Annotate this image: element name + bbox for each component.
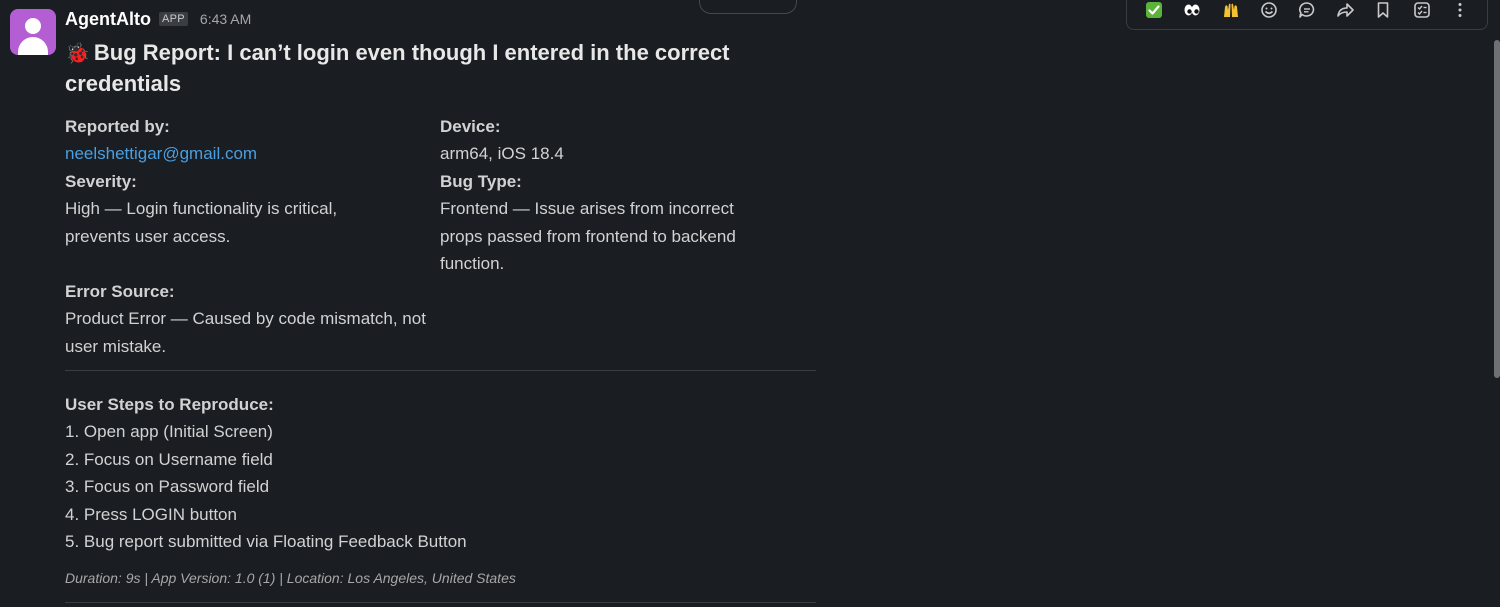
react-eyes-button[interactable]	[1173, 0, 1211, 21]
bug-type-value: Frontend — Issue arises from incorrect p…	[440, 199, 736, 273]
list-item: 1. Open app (Initial Screen)	[65, 422, 273, 441]
severity-label: Severity:	[65, 172, 137, 191]
device-label: Device:	[440, 117, 501, 136]
steps-list: 1. Open app (Initial Screen) 2. Focus on…	[65, 418, 467, 556]
scrollbar[interactable]	[1494, 40, 1500, 378]
footer-divider	[65, 602, 816, 603]
add-to-list-button[interactable]	[1403, 0, 1441, 21]
message-actions-toolbar	[1126, 0, 1488, 30]
share-arrow-icon	[1337, 3, 1355, 17]
device-value: arm64, iOS 18.4	[440, 144, 564, 163]
reply-in-thread-button[interactable]	[1288, 0, 1326, 21]
reported-by-label: Reported by:	[65, 117, 170, 136]
message-header: AgentAlto APP 6:43 AM	[65, 8, 251, 30]
thread-pill[interactable]	[699, 0, 797, 14]
forward-button[interactable]	[1326, 0, 1364, 21]
eyes-emoji-icon	[1184, 4, 1200, 16]
ladybug-icon: 🐞	[65, 43, 90, 65]
sender-name[interactable]: AgentAlto	[65, 9, 151, 30]
list-item: 4. Press LOGIN button	[65, 504, 237, 524]
section-divider	[65, 370, 816, 371]
timestamp[interactable]: 6:43 AM	[200, 11, 251, 27]
app-badge: APP	[158, 12, 188, 26]
error-source-label: Error Source:	[65, 282, 175, 301]
react-check-button[interactable]	[1135, 0, 1173, 21]
message: AgentAlto APP 6:43 AM 🐞 Bug Report: I ca…	[0, 0, 1500, 607]
avatar-body-icon	[18, 37, 48, 55]
bookmark-icon	[1378, 2, 1389, 18]
steps-label: User Steps to Reproduce:	[65, 395, 274, 414]
comment-icon	[1299, 2, 1315, 18]
title-text: Bug Report: I can’t login even though I …	[65, 40, 730, 96]
add-reaction-button[interactable]	[1250, 0, 1288, 21]
raised-hands-emoji-icon	[1223, 3, 1238, 17]
vertical-dots-icon	[1458, 3, 1462, 17]
avatar[interactable]	[10, 9, 56, 55]
check-mark-emoji-icon	[1146, 2, 1163, 18]
metadata-footer: Duration: 9s | App Version: 1.0 (1) | Lo…	[65, 570, 516, 586]
react-raised-hands-button[interactable]	[1211, 0, 1249, 21]
avatar-head-icon	[25, 18, 41, 34]
error-source-value: Product Error — Caused by code mismatch,…	[65, 309, 426, 356]
smile-icon	[1260, 2, 1277, 18]
list-item: 2. Focus on Username field	[65, 449, 273, 469]
list-item: 3. Focus on Password field	[65, 477, 270, 496]
bug-report-title: 🐞 Bug Report: I can’t login even though I…	[65, 38, 765, 99]
more-actions-button[interactable]	[1441, 0, 1479, 21]
list-item: 5. Bug report submitted via Floating Fee…	[65, 532, 467, 551]
bug-type-label: Bug Type:	[440, 172, 522, 191]
reporter-email-link[interactable]: neelshettigar@gmail.com	[65, 140, 257, 168]
list-check-icon	[1413, 2, 1430, 18]
severity-value: High — Login functionality is critical, …	[65, 199, 338, 246]
save-button[interactable]	[1364, 0, 1402, 21]
